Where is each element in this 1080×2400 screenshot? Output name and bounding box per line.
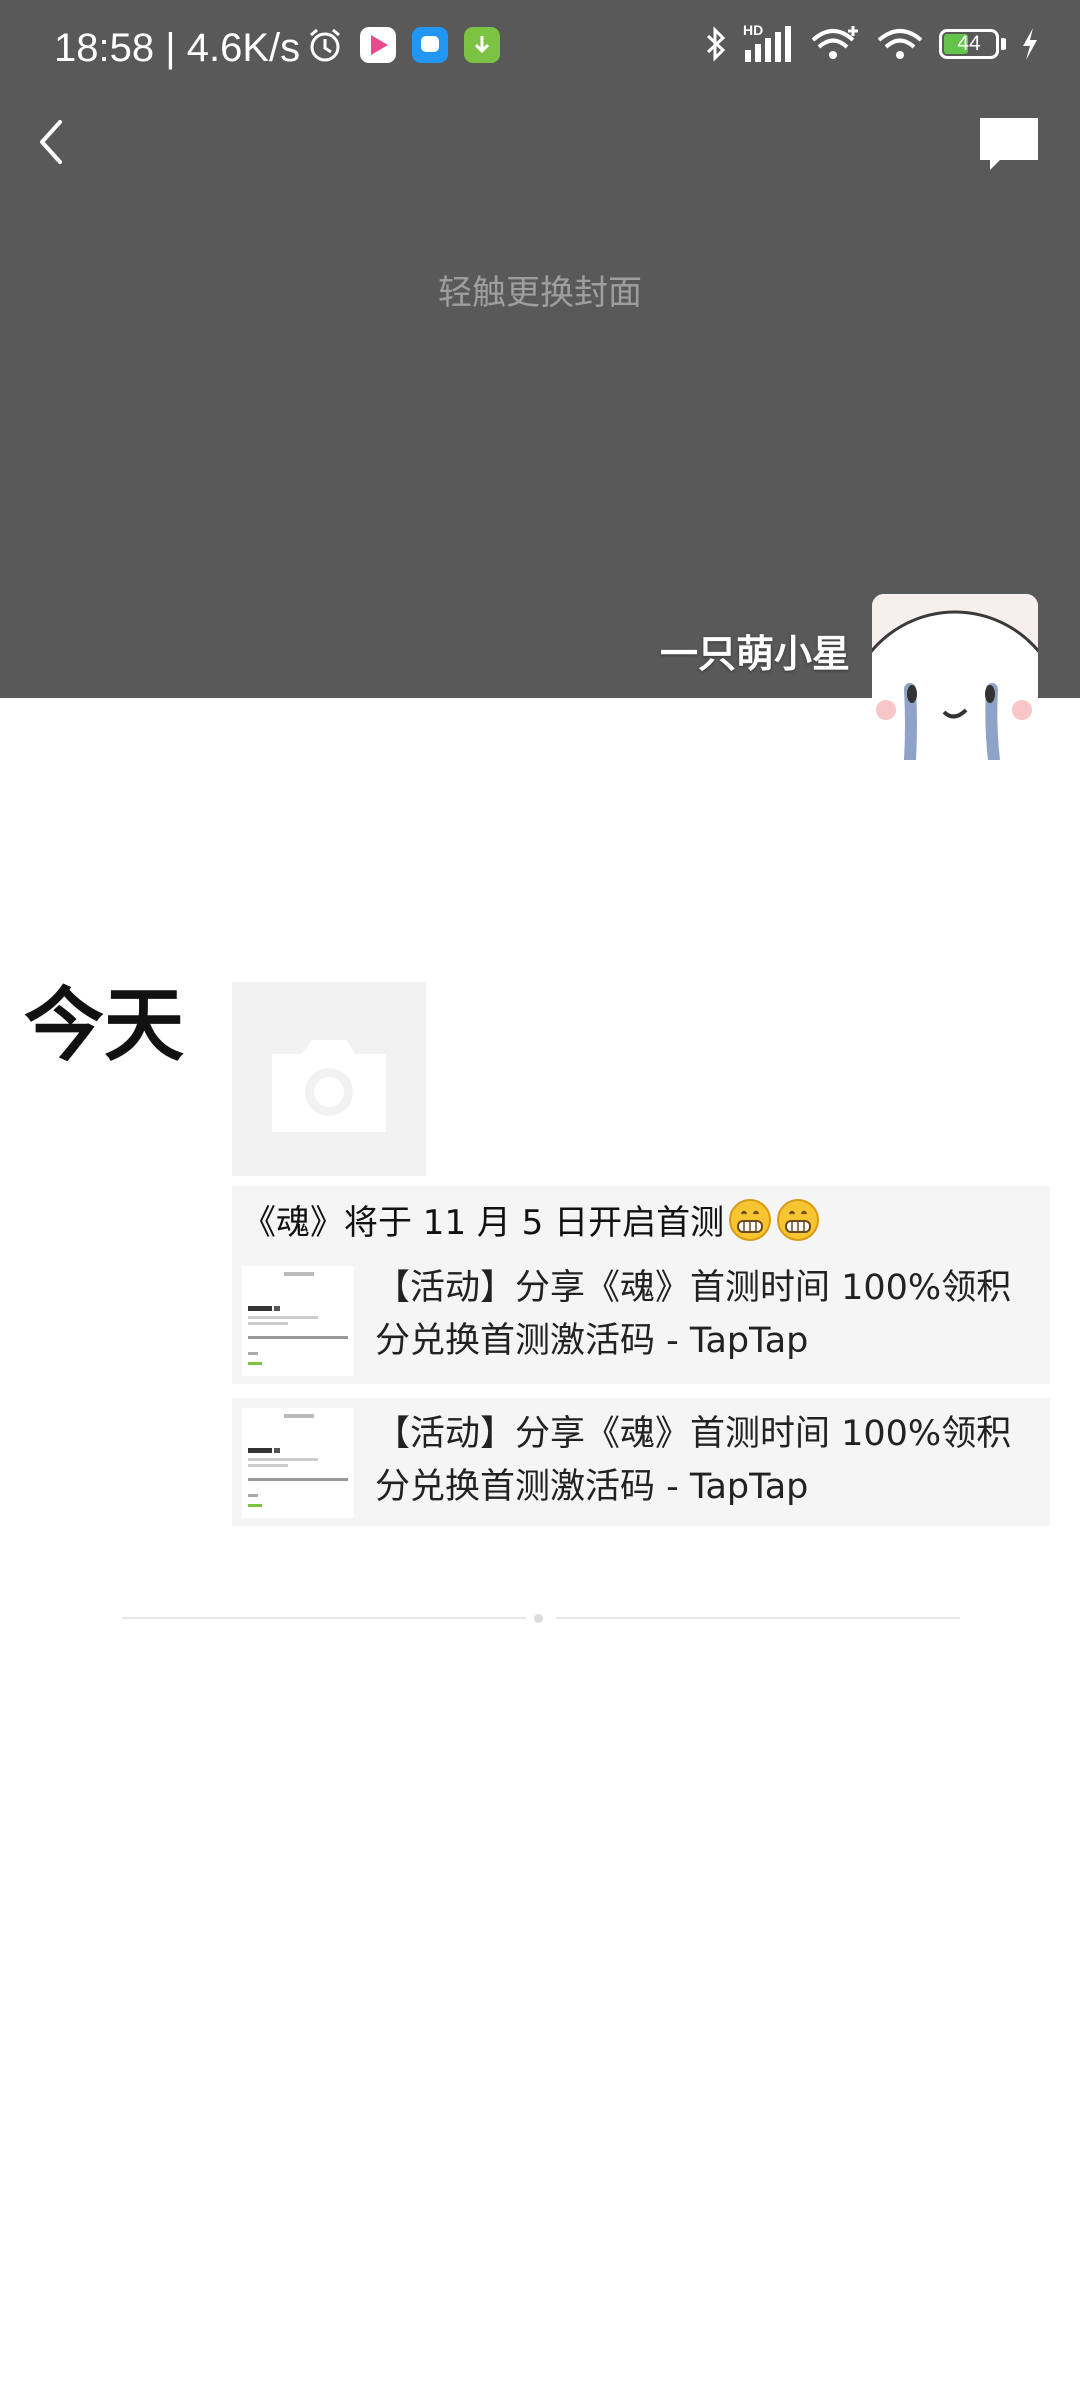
signal-strength: HD: [743, 22, 795, 64]
shared-link-card[interactable]: 【活动】分享《魂》首测时间 100%领积分兑换首测激活码 - TapTap: [232, 1398, 1050, 1526]
photo-placeholder[interactable]: [232, 982, 426, 1176]
wifi-icon: [877, 29, 923, 59]
grinning-face-emoji-icon: [777, 1199, 820, 1241]
bluetooth-icon: [706, 26, 726, 62]
username: 一只萌小星: [659, 632, 850, 676]
link-title: 【活动】分享《魂》首测时间 100%领积分兑换首测激活码 - TapTap: [375, 1268, 1012, 1361]
battery-tip: [1001, 38, 1006, 50]
play-store-icon: [360, 27, 396, 63]
avatar-image: [872, 594, 1038, 760]
post-card[interactable]: 《魂》将于 11 月 5 日开启首测 【活动】分享《魂》首测时间 100%领积分…: [232, 1186, 1050, 1384]
status-bar: 18:58 | 4.6K/s HD 44: [0, 0, 1080, 96]
change-cover-hint[interactable]: 轻触更换封面: [0, 268, 1080, 318]
chat-app-icon: [412, 27, 448, 63]
wifi-plus-icon: [811, 26, 858, 59]
post-text: 《魂》将于 11 月 5 日开启首测: [242, 1203, 725, 1243]
link-thumbnail: [242, 1408, 354, 1518]
end-divider-left: [122, 1617, 526, 1619]
link-title: 【活动】分享《魂》首测时间 100%领积分兑换首测激活码 - TapTap: [375, 1414, 1012, 1507]
date-label: 今天: [24, 979, 184, 1072]
alarm-icon: [310, 28, 340, 62]
post-text-line: 《魂》将于 11 月 5 日开启首测: [242, 1196, 1050, 1250]
link-thumbnail: [242, 1266, 354, 1376]
end-divider-dot: [534, 1614, 543, 1623]
avatar[interactable]: [872, 594, 1038, 760]
download-icon: [464, 27, 500, 63]
network-label: HD: [743, 22, 764, 38]
chevron-left-icon: [40, 120, 62, 164]
battery-indicator: 44: [939, 29, 999, 59]
comment-button[interactable]: [976, 110, 1042, 176]
end-divider-right: [556, 1617, 960, 1619]
back-button[interactable]: [30, 112, 80, 172]
battery-level: 44: [957, 32, 981, 55]
comment-icon: [980, 118, 1038, 170]
status-time: 18:58 | 4.6K/s: [54, 26, 301, 70]
grinning-face-emoji-icon: [729, 1199, 772, 1241]
camera-icon: [272, 1040, 386, 1132]
charging-icon: [1023, 28, 1037, 60]
